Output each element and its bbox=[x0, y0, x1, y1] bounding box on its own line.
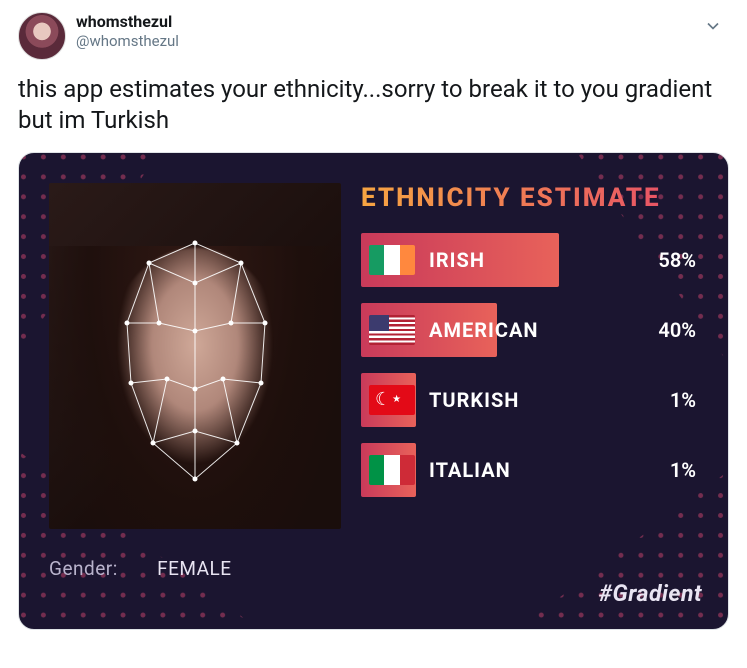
avatar[interactable] bbox=[18, 12, 66, 60]
ethnicity-row-irish: IRISH 58% bbox=[361, 233, 702, 287]
ethnicity-row-turkish: ☾★ TURKISH 1% bbox=[361, 373, 702, 427]
display-name[interactable]: whomsthezul bbox=[76, 12, 179, 32]
gender-value: FEMALE bbox=[157, 557, 231, 580]
tweet-names: whomsthezul @whomsthezul bbox=[76, 12, 179, 51]
flag-turkey-icon: ☾★ bbox=[369, 385, 415, 415]
flag-ireland-icon bbox=[369, 245, 415, 275]
ethnicity-percent: 58% bbox=[658, 248, 696, 272]
card-title: ETHNICITY ESTIMATE bbox=[361, 183, 702, 213]
tweet: whomsthezul @whomsthezul this app estima… bbox=[0, 0, 747, 136]
flag-usa-icon bbox=[369, 315, 415, 345]
ethnicity-row-american: AMERICAN 40% bbox=[361, 303, 702, 357]
ethnicity-percent: 1% bbox=[670, 458, 696, 482]
ethnicity-card: Gender: FEMALE ETHNICITY ESTIMATE IRISH … bbox=[18, 152, 729, 630]
photo-column: Gender: FEMALE bbox=[49, 183, 341, 607]
chevron-down-icon[interactable] bbox=[703, 16, 723, 40]
results-column: ETHNICITY ESTIMATE IRISH 58% AMERICAN 40… bbox=[361, 183, 702, 607]
gender-row: Gender: FEMALE bbox=[49, 557, 341, 580]
ethnicity-bars: IRISH 58% AMERICAN 40% ☾★ TURKISH 1% bbox=[361, 233, 702, 497]
ethnicity-label: IRISH bbox=[429, 248, 485, 272]
ethnicity-label: ITALIAN bbox=[429, 458, 511, 482]
tweet-text: this app estimates your ethnicity...sorr… bbox=[18, 74, 729, 136]
gender-label: Gender: bbox=[49, 557, 118, 580]
face-mesh-overlay bbox=[49, 183, 341, 529]
tweet-header: whomsthezul @whomsthezul bbox=[18, 12, 729, 60]
ethnicity-percent: 1% bbox=[670, 388, 696, 412]
flag-italy-icon bbox=[369, 455, 415, 485]
ethnicity-label: TURKISH bbox=[429, 388, 519, 412]
ethnicity-label: AMERICAN bbox=[429, 318, 539, 342]
ethnicity-percent: 40% bbox=[658, 318, 696, 342]
ethnicity-row-italian: ITALIAN 1% bbox=[361, 443, 702, 497]
handle[interactable]: @whomsthezul bbox=[76, 32, 179, 51]
hashtag: #Gradient bbox=[361, 580, 702, 607]
face-photo bbox=[49, 183, 341, 529]
